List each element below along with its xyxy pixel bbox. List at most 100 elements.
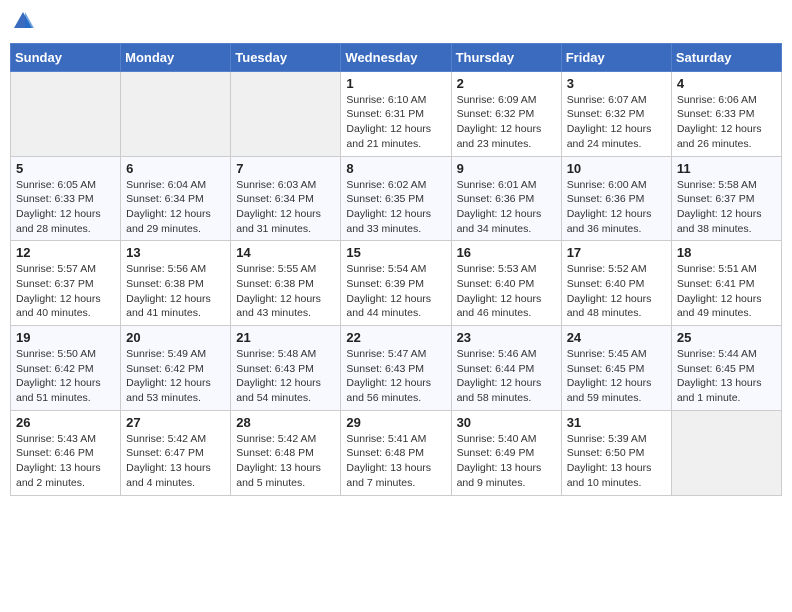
day-info: Sunrise: 5:43 AM Sunset: 6:46 PM Dayligh…	[16, 432, 115, 491]
day-info: Sunrise: 5:49 AM Sunset: 6:42 PM Dayligh…	[126, 347, 225, 406]
day-number: 19	[16, 330, 115, 345]
day-number: 9	[457, 161, 556, 176]
day-cell: 29 Sunrise: 5:41 AM Sunset: 6:48 PM Dayli…	[341, 410, 451, 495]
day-number: 5	[16, 161, 115, 176]
day-number: 21	[236, 330, 335, 345]
day-cell: 27 Sunrise: 5:42 AM Sunset: 6:47 PM Dayli…	[121, 410, 231, 495]
logo-icon	[12, 10, 34, 32]
page-header	[10, 10, 782, 37]
day-number: 24	[567, 330, 666, 345]
day-cell: 17 Sunrise: 5:52 AM Sunset: 6:40 PM Dayli…	[561, 241, 671, 326]
day-info: Sunrise: 6:07 AM Sunset: 6:32 PM Dayligh…	[567, 93, 666, 152]
day-number: 12	[16, 245, 115, 260]
day-cell: 20 Sunrise: 5:49 AM Sunset: 6:42 PM Dayli…	[121, 326, 231, 411]
day-cell: 7 Sunrise: 6:03 AM Sunset: 6:34 PM Daylig…	[231, 156, 341, 241]
day-info: Sunrise: 6:03 AM Sunset: 6:34 PM Dayligh…	[236, 178, 335, 237]
day-info: Sunrise: 5:52 AM Sunset: 6:40 PM Dayligh…	[567, 262, 666, 321]
day-number: 2	[457, 76, 556, 91]
day-number: 22	[346, 330, 445, 345]
day-cell	[231, 71, 341, 156]
day-number: 1	[346, 76, 445, 91]
day-cell: 2 Sunrise: 6:09 AM Sunset: 6:32 PM Daylig…	[451, 71, 561, 156]
day-cell: 25 Sunrise: 5:44 AM Sunset: 6:45 PM Dayli…	[671, 326, 781, 411]
day-info: Sunrise: 5:47 AM Sunset: 6:43 PM Dayligh…	[346, 347, 445, 406]
day-number: 25	[677, 330, 776, 345]
day-cell: 26Sunrise: 5:43 AM Sunset: 6:46 PM Dayli…	[11, 410, 121, 495]
day-number: 23	[457, 330, 556, 345]
day-number: 29	[346, 415, 445, 430]
day-info: Sunrise: 5:57 AM Sunset: 6:37 PM Dayligh…	[16, 262, 115, 321]
day-info: Sunrise: 5:45 AM Sunset: 6:45 PM Dayligh…	[567, 347, 666, 406]
day-cell: 30 Sunrise: 5:40 AM Sunset: 6:49 PM Dayli…	[451, 410, 561, 495]
day-number: 4	[677, 76, 776, 91]
day-info: Sunrise: 5:41 AM Sunset: 6:48 PM Dayligh…	[346, 432, 445, 491]
day-info: Sunrise: 6:05 AM Sunset: 6:33 PM Dayligh…	[16, 178, 115, 237]
day-number: 20	[126, 330, 225, 345]
day-cell: 31 Sunrise: 5:39 AM Sunset: 6:50 PM Dayli…	[561, 410, 671, 495]
day-cell: 28 Sunrise: 5:42 AM Sunset: 6:48 PM Dayli…	[231, 410, 341, 495]
day-number: 18	[677, 245, 776, 260]
week-row-5: 26Sunrise: 5:43 AM Sunset: 6:46 PM Dayli…	[11, 410, 782, 495]
weekday-header-sunday: Sunday	[11, 43, 121, 71]
day-info: Sunrise: 5:50 AM Sunset: 6:42 PM Dayligh…	[16, 347, 115, 406]
weekday-header-friday: Friday	[561, 43, 671, 71]
day-number: 6	[126, 161, 225, 176]
day-info: Sunrise: 5:42 AM Sunset: 6:47 PM Dayligh…	[126, 432, 225, 491]
day-number: 31	[567, 415, 666, 430]
day-info: Sunrise: 6:00 AM Sunset: 6:36 PM Dayligh…	[567, 178, 666, 237]
day-cell: 8Sunrise: 6:02 AM Sunset: 6:35 PM Daylig…	[341, 156, 451, 241]
day-number: 28	[236, 415, 335, 430]
day-cell: 10 Sunrise: 6:00 AM Sunset: 6:36 PM Dayli…	[561, 156, 671, 241]
day-info: Sunrise: 5:40 AM Sunset: 6:49 PM Dayligh…	[457, 432, 556, 491]
day-info: Sunrise: 5:44 AM Sunset: 6:45 PM Dayligh…	[677, 347, 776, 406]
day-cell	[11, 71, 121, 156]
day-info: Sunrise: 5:58 AM Sunset: 6:37 PM Dayligh…	[677, 178, 776, 237]
day-info: Sunrise: 6:09 AM Sunset: 6:32 PM Dayligh…	[457, 93, 556, 152]
weekday-header-thursday: Thursday	[451, 43, 561, 71]
day-number: 13	[126, 245, 225, 260]
weekday-header-monday: Monday	[121, 43, 231, 71]
day-cell: 22 Sunrise: 5:47 AM Sunset: 6:43 PM Dayli…	[341, 326, 451, 411]
day-number: 10	[567, 161, 666, 176]
day-cell: 23Sunrise: 5:46 AM Sunset: 6:44 PM Dayli…	[451, 326, 561, 411]
day-info: Sunrise: 5:39 AM Sunset: 6:50 PM Dayligh…	[567, 432, 666, 491]
week-row-1: 1Sunrise: 6:10 AM Sunset: 6:31 PM Daylig…	[11, 71, 782, 156]
day-info: Sunrise: 5:51 AM Sunset: 6:41 PM Dayligh…	[677, 262, 776, 321]
day-info: Sunrise: 6:04 AM Sunset: 6:34 PM Dayligh…	[126, 178, 225, 237]
day-info: Sunrise: 5:55 AM Sunset: 6:38 PM Dayligh…	[236, 262, 335, 321]
day-number: 7	[236, 161, 335, 176]
day-number: 3	[567, 76, 666, 91]
day-cell: 6 Sunrise: 6:04 AM Sunset: 6:34 PM Daylig…	[121, 156, 231, 241]
day-cell	[671, 410, 781, 495]
week-row-3: 12 Sunrise: 5:57 AM Sunset: 6:37 PM Dayli…	[11, 241, 782, 326]
day-number: 15	[346, 245, 445, 260]
calendar-table: SundayMondayTuesdayWednesdayThursdayFrid…	[10, 43, 782, 496]
day-number: 17	[567, 245, 666, 260]
day-number: 27	[126, 415, 225, 430]
week-row-4: 19 Sunrise: 5:50 AM Sunset: 6:42 PM Dayli…	[11, 326, 782, 411]
day-number: 14	[236, 245, 335, 260]
day-number: 30	[457, 415, 556, 430]
day-info: Sunrise: 5:42 AM Sunset: 6:48 PM Dayligh…	[236, 432, 335, 491]
day-cell: 21 Sunrise: 5:48 AM Sunset: 6:43 PM Dayli…	[231, 326, 341, 411]
weekday-header-row: SundayMondayTuesdayWednesdayThursdayFrid…	[11, 43, 782, 71]
day-info: Sunrise: 6:06 AM Sunset: 6:33 PM Dayligh…	[677, 93, 776, 152]
weekday-header-saturday: Saturday	[671, 43, 781, 71]
day-info: Sunrise: 6:01 AM Sunset: 6:36 PM Dayligh…	[457, 178, 556, 237]
day-cell: 16Sunrise: 5:53 AM Sunset: 6:40 PM Dayli…	[451, 241, 561, 326]
day-cell: 13 Sunrise: 5:56 AM Sunset: 6:38 PM Dayli…	[121, 241, 231, 326]
week-row-2: 5 Sunrise: 6:05 AM Sunset: 6:33 PM Daylig…	[11, 156, 782, 241]
day-info: Sunrise: 5:56 AM Sunset: 6:38 PM Dayligh…	[126, 262, 225, 321]
day-info: Sunrise: 5:48 AM Sunset: 6:43 PM Dayligh…	[236, 347, 335, 406]
day-cell: 19 Sunrise: 5:50 AM Sunset: 6:42 PM Dayli…	[11, 326, 121, 411]
day-cell: 14 Sunrise: 5:55 AM Sunset: 6:38 PM Dayli…	[231, 241, 341, 326]
logo	[10, 10, 34, 37]
day-cell: 9 Sunrise: 6:01 AM Sunset: 6:36 PM Daylig…	[451, 156, 561, 241]
day-number: 16	[457, 245, 556, 260]
day-cell: 1Sunrise: 6:10 AM Sunset: 6:31 PM Daylig…	[341, 71, 451, 156]
day-cell: 15Sunrise: 5:54 AM Sunset: 6:39 PM Dayli…	[341, 241, 451, 326]
day-cell: 5 Sunrise: 6:05 AM Sunset: 6:33 PM Daylig…	[11, 156, 121, 241]
day-cell: 24 Sunrise: 5:45 AM Sunset: 6:45 PM Dayli…	[561, 326, 671, 411]
day-cell: 4 Sunrise: 6:06 AM Sunset: 6:33 PM Daylig…	[671, 71, 781, 156]
day-number: 11	[677, 161, 776, 176]
